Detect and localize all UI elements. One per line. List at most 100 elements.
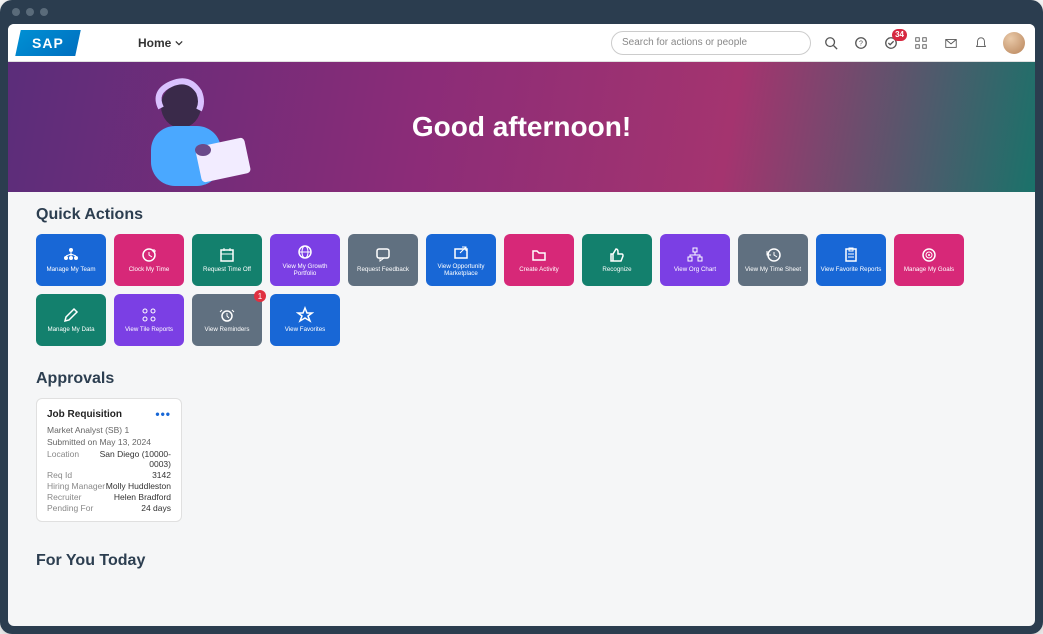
card-row: Hiring ManagerMolly Huddleston: [47, 481, 171, 491]
globe-icon: [296, 243, 314, 261]
chevron-down-icon: [175, 39, 183, 47]
tile-view-favorite-reports[interactable]: View Favorite Reports: [816, 234, 886, 286]
tile-label: Manage My Goals: [904, 266, 954, 273]
row-value: 24 days: [141, 503, 171, 513]
search-placeholder: Search for actions or people: [622, 37, 747, 48]
window-dot: [12, 8, 20, 16]
grid-icon: [140, 306, 158, 324]
row-value: 3142: [152, 470, 171, 480]
content-scroll[interactable]: Good afternoon! Quick Actions Manage My …: [8, 62, 1035, 626]
tile-view-reminders[interactable]: View Reminders1: [192, 294, 262, 346]
apps-icon[interactable]: [913, 35, 929, 51]
inbox-icon[interactable]: [943, 35, 959, 51]
row-key: Pending For: [47, 503, 93, 513]
help-icon[interactable]: ?: [853, 35, 869, 51]
tile-label: View Reminders: [205, 326, 250, 333]
tile-view-favorites[interactable]: View Favorites: [270, 294, 340, 346]
approvals-section: Approvals Job Requisition ••• Market Ana…: [8, 350, 1035, 526]
app-viewport: SAP Home Search for actions or people ?: [8, 24, 1035, 626]
svg-text:?: ?: [859, 40, 863, 47]
browser-titlebar: [0, 0, 1043, 24]
notification-badge: 34: [892, 29, 907, 41]
tile-view-my-growth-portfolio[interactable]: View My Growth Portfolio: [270, 234, 340, 286]
tile-clock-my-time[interactable]: Clock My Time: [114, 234, 184, 286]
row-value: Helen Bradford: [114, 492, 171, 502]
tile-view-opportunity-marketplace[interactable]: View Opportunity Marketplace: [426, 234, 496, 286]
for-you-title: For You Today: [36, 552, 1007, 570]
tile-label: Recognize: [602, 266, 631, 273]
tile-request-feedback[interactable]: Request Feedback: [348, 234, 418, 286]
calendar-icon: [218, 246, 236, 264]
search-icon[interactable]: [823, 35, 839, 51]
tree-icon: [62, 246, 80, 264]
tile-label: View Favorite Reports: [821, 266, 882, 273]
org-icon: [686, 246, 704, 264]
tile-create-activity[interactable]: Create Activity: [504, 234, 574, 286]
todo-icon[interactable]: 34: [883, 35, 899, 51]
home-menu[interactable]: Home: [138, 36, 183, 50]
pencil-icon: [62, 306, 80, 324]
star-icon: [296, 306, 314, 324]
tile-label: View Org Chart: [674, 266, 716, 273]
folder-icon: [530, 246, 548, 264]
tile-manage-my-team[interactable]: Manage My Team: [36, 234, 106, 286]
tile-view-my-time-sheet[interactable]: View My Time Sheet: [738, 234, 808, 286]
tile-label: Request Time Off: [203, 266, 251, 273]
more-icon[interactable]: •••: [155, 407, 171, 421]
row-key: Req Id: [47, 470, 72, 480]
approvals-title: Approvals: [36, 370, 1007, 388]
tile-label: Create Activity: [519, 266, 559, 273]
tile-label: View Favorites: [285, 326, 325, 333]
target-icon: [920, 246, 938, 264]
tile-manage-my-goals[interactable]: Manage My Goals: [894, 234, 964, 286]
tile-recognize[interactable]: Recognize: [582, 234, 652, 286]
hero-illustration: [103, 62, 283, 192]
avatar[interactable]: [1003, 32, 1025, 54]
row-key: Location: [47, 449, 79, 469]
tile-label: View My Time Sheet: [745, 266, 801, 273]
tile-label: Manage My Team: [46, 266, 95, 273]
launch-icon: [452, 243, 470, 261]
hero-title: Good afternoon!: [412, 111, 631, 143]
card-submitted: Submitted on May 13, 2024: [47, 437, 171, 447]
toolbar-icons: ? 34: [823, 32, 1025, 54]
reminder-icon: [218, 306, 236, 324]
tile-request-time-off[interactable]: Request Time Off: [192, 234, 262, 286]
tiles-container: Manage My Team Clock My Time Request Time …: [36, 234, 1007, 346]
quick-actions-title: Quick Actions: [36, 206, 1007, 224]
row-key: Hiring Manager: [47, 481, 105, 491]
tile-view-tile-reports[interactable]: View Tile Reports: [114, 294, 184, 346]
chat-icon: [374, 246, 392, 264]
sap-logo[interactable]: SAP: [15, 30, 81, 56]
tile-badge: 1: [254, 290, 266, 302]
logo-text: SAP: [32, 35, 64, 51]
tile-label: View Tile Reports: [125, 326, 173, 333]
bell-icon[interactable]: [973, 35, 989, 51]
tile-label: Request Feedback: [357, 266, 409, 273]
tile-label: Clock My Time: [129, 266, 170, 273]
row-value: Molly Huddleston: [106, 481, 171, 491]
card-row: Pending For 24 days: [47, 503, 171, 513]
tile-manage-my-data[interactable]: Manage My Data: [36, 294, 106, 346]
card-row: Req Id 3142: [47, 470, 171, 480]
hero-banner: Good afternoon!: [8, 62, 1035, 192]
window-dot: [26, 8, 34, 16]
topbar: SAP Home Search for actions or people ?: [8, 24, 1035, 62]
row-value: San Diego (10000-0003): [79, 449, 171, 469]
tile-label: View My Growth Portfolio: [272, 263, 338, 277]
browser-frame: SAP Home Search for actions or people ?: [0, 0, 1043, 634]
tile-view-org-chart[interactable]: View Org Chart: [660, 234, 730, 286]
quick-actions-section: Quick Actions Manage My Team Clock My Tim…: [8, 192, 1035, 350]
history-icon: [764, 246, 782, 264]
thumb-icon: [608, 246, 626, 264]
tile-label: Manage My Data: [47, 326, 94, 333]
clipboard-icon: [842, 246, 860, 264]
home-label: Home: [138, 36, 171, 50]
window-dot: [40, 8, 48, 16]
card-row: LocationSan Diego (10000-0003): [47, 449, 171, 469]
approval-card[interactable]: Job Requisition ••• Market Analyst (SB) …: [36, 398, 182, 522]
tile-label: View Opportunity Marketplace: [428, 263, 494, 277]
card-subtitle: Market Analyst (SB) 1: [47, 425, 171, 435]
search-input[interactable]: Search for actions or people: [611, 31, 811, 55]
clock-plus-icon: [140, 246, 158, 264]
